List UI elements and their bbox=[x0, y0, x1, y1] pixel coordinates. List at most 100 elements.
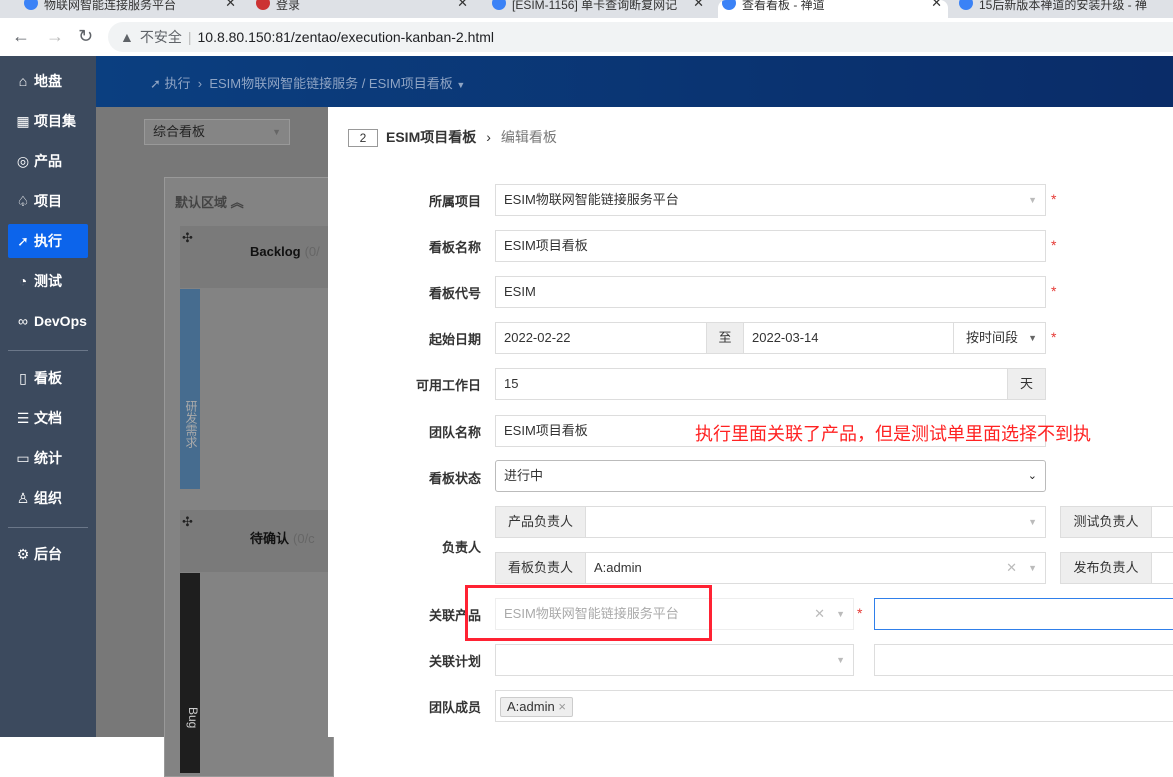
run-icon: ➚ bbox=[17, 233, 29, 249]
move-icon[interactable]: ✣ bbox=[182, 230, 193, 246]
breadcrumb-execution[interactable]: 执行 bbox=[165, 76, 191, 91]
label: 产品 bbox=[34, 153, 62, 169]
product-select[interactable]: ESIM物联网智能链接服务平台 ✕ ▼ bbox=[495, 598, 854, 630]
tab-title: [ESIM-1156] 单卡查询断复网记 bbox=[512, 0, 678, 12]
tab-favicon-icon bbox=[256, 0, 270, 10]
date-mode-select[interactable]: 按时间段 ▼ bbox=[953, 322, 1046, 354]
modal-subtitle: 编辑看板 bbox=[500, 129, 557, 145]
reload-icon[interactable]: ↻ bbox=[78, 26, 93, 47]
project-label: 所属项目 bbox=[428, 194, 481, 209]
members-select[interactable]: A:admin × bbox=[495, 690, 1173, 722]
browser-tab-bar: 物联网智能连接服务平台 ✕ 登录 ✕ [ESIM-1156] 单卡查询断复网记 ✕ 查… bbox=[0, 0, 1173, 18]
caret-down-icon: ▼ bbox=[836, 609, 845, 619]
lane-label: Bug bbox=[180, 573, 200, 773]
column-title: 待确认 bbox=[250, 531, 290, 546]
qd-addon: 测试负责人 bbox=[1060, 506, 1152, 538]
browser-tab[interactable]: 登录 ✕ bbox=[252, 0, 474, 18]
forward-icon[interactable]: → bbox=[46, 26, 64, 47]
caret-down-icon: ▼ bbox=[1028, 563, 1037, 573]
begin-date-input[interactable]: 2022-02-22 bbox=[495, 322, 707, 354]
close-icon[interactable]: ✕ bbox=[931, 0, 942, 9]
column-count: (0/ bbox=[304, 244, 320, 259]
security-label: 不安全 bbox=[139, 29, 182, 45]
infinity-icon: ∞ bbox=[18, 313, 28, 329]
value: 进行中 bbox=[504, 468, 544, 483]
product-branch-input[interactable] bbox=[874, 598, 1173, 630]
caret-down-icon[interactable]: ▼ bbox=[456, 80, 465, 90]
required-mark: * bbox=[1051, 237, 1057, 253]
sidebar-item-project[interactable]: ♤ 项目 bbox=[8, 184, 88, 218]
region-title[interactable]: 默认区域 ︽ bbox=[175, 192, 244, 211]
qd-select[interactable] bbox=[1151, 506, 1173, 538]
sidebar-item-admin[interactable]: ⚙ 后台 bbox=[8, 537, 88, 571]
browser-tab[interactable]: 物联网智能连接服务平台 ✕ bbox=[20, 0, 242, 18]
code-input[interactable]: ESIM bbox=[495, 276, 1046, 308]
owners-label: 负责人 bbox=[441, 540, 481, 555]
kanban-background: 综合看板 ▼ 默认区域 ︽ ✣ Backlog (0/ 研发需求 ✣ 待确认 (0/c B… bbox=[96, 107, 380, 777]
value: ESIM物联网智能链接服务平台 bbox=[504, 606, 679, 621]
project-select[interactable]: ESIM物联网智能链接服务平台 ▼ bbox=[495, 184, 1046, 216]
status-select[interactable]: 进行中 ⌄ bbox=[495, 460, 1046, 492]
pm-select[interactable]: A:admin ✕ ▼ bbox=[585, 552, 1046, 584]
divider bbox=[8, 527, 88, 528]
name-input[interactable]: ESIM项目看板 bbox=[495, 230, 1046, 262]
value: A:admin bbox=[594, 560, 642, 575]
browser-tab[interactable]: [ESIM-1156] 单卡查询断复网记 ✕ bbox=[488, 0, 710, 18]
member-tag: A:admin × bbox=[500, 697, 573, 717]
sidebar-item-dashboard[interactable]: ⌂ 地盘 bbox=[8, 64, 88, 98]
pm-addon: 看板负责人 bbox=[495, 552, 586, 584]
sidebar-item-doc[interactable]: ☰ 文档 bbox=[8, 401, 88, 435]
code-label: 看板代号 bbox=[428, 286, 481, 301]
kanban-icon: ▯ bbox=[19, 370, 27, 386]
browser-tab[interactable]: 15后新版本禅道的安装升级 - 禅 bbox=[955, 0, 1173, 18]
plan-extra-input[interactable] bbox=[874, 644, 1173, 676]
rocket-icon: ♤ bbox=[16, 193, 30, 209]
days-input[interactable]: 15 bbox=[495, 368, 1008, 400]
po-select[interactable]: ▼ bbox=[585, 506, 1046, 538]
browser-tab-active[interactable]: 查看看板 - 禅道 ✕ bbox=[718, 0, 948, 18]
required-mark: * bbox=[1051, 283, 1057, 299]
address-bar-row: ← → ↻ ▲ 不安全 | 10.8.80.150:81/zentao/executi… bbox=[0, 18, 1173, 56]
sidebar-item-company[interactable]: ♙ 组织 bbox=[8, 481, 88, 515]
sidebar-item-execution[interactable]: ➚ 执行 bbox=[8, 224, 88, 258]
tab-title: 查看看板 - 禅道 bbox=[742, 0, 825, 12]
modal-title: ESIM项目看板 bbox=[386, 129, 477, 145]
sidebar-item-report[interactable]: ▭ 统计 bbox=[8, 441, 88, 475]
label: 综合看板 bbox=[153, 124, 206, 139]
sidebar-item-devops[interactable]: ∞ DevOps bbox=[8, 304, 88, 338]
close-icon[interactable]: ✕ bbox=[457, 0, 468, 9]
clear-icon[interactable]: ✕ bbox=[1006, 553, 1017, 583]
caret-down-icon: ▼ bbox=[1028, 195, 1037, 205]
label: DevOps bbox=[34, 313, 87, 329]
tab-title: 登录 bbox=[276, 0, 301, 12]
caret-down-icon: ▼ bbox=[1028, 517, 1037, 527]
url-input[interactable]: ▲ 不安全 | 10.8.80.150:81/zentao/execution-kan… bbox=[108, 22, 1173, 52]
close-icon[interactable]: ✕ bbox=[225, 0, 236, 9]
value: ESIM物联网智能链接服务平台 bbox=[504, 192, 679, 207]
sidebar: ⌂ 地盘 ▦ 项目集 ◎ 产品 ♤ 项目 ➚ 执行 ◔ 测试 ∞ DevOps ▯ 看板 ☰ 文档… bbox=[0, 56, 96, 737]
days-unit: 天 bbox=[1007, 368, 1046, 400]
monitor-icon: ▭ bbox=[16, 450, 30, 466]
bulb-icon: ◎ bbox=[16, 153, 30, 169]
move-icon[interactable]: ✣ bbox=[182, 514, 193, 530]
breadcrumb-kanban[interactable]: ESIM物联网智能链接服务 / ESIM项目看板 bbox=[209, 76, 452, 91]
label: 测试 bbox=[34, 273, 62, 289]
sidebar-item-kanban[interactable]: ▯ 看板 bbox=[8, 361, 88, 395]
chevron-down-icon: ⌄ bbox=[1027, 470, 1037, 482]
required-mark: * bbox=[1051, 191, 1057, 207]
back-icon[interactable]: ← bbox=[12, 26, 30, 47]
clear-icon[interactable]: ✕ bbox=[814, 599, 825, 629]
rd-select[interactable] bbox=[1151, 552, 1173, 584]
warning-icon: ▲ bbox=[120, 29, 134, 45]
sidebar-item-product[interactable]: ◎ 产品 bbox=[8, 144, 88, 178]
gear-icon: ⚙ bbox=[16, 546, 30, 562]
kanban-id: 2 bbox=[348, 129, 378, 147]
end-date-input[interactable]: 2022-03-14 bbox=[743, 322, 954, 354]
url-text: 10.8.80.150:81/zentao/execution-kanban-2… bbox=[197, 29, 495, 45]
sidebar-item-test[interactable]: ◔ 测试 bbox=[8, 264, 88, 298]
sidebar-item-program[interactable]: ▦ 项目集 bbox=[8, 104, 88, 138]
plan-select[interactable]: ▼ bbox=[495, 644, 854, 676]
kanban-view-select[interactable]: 综合看板 ▼ bbox=[144, 119, 290, 145]
close-icon[interactable]: ✕ bbox=[693, 0, 704, 9]
remove-icon[interactable]: × bbox=[558, 699, 566, 714]
